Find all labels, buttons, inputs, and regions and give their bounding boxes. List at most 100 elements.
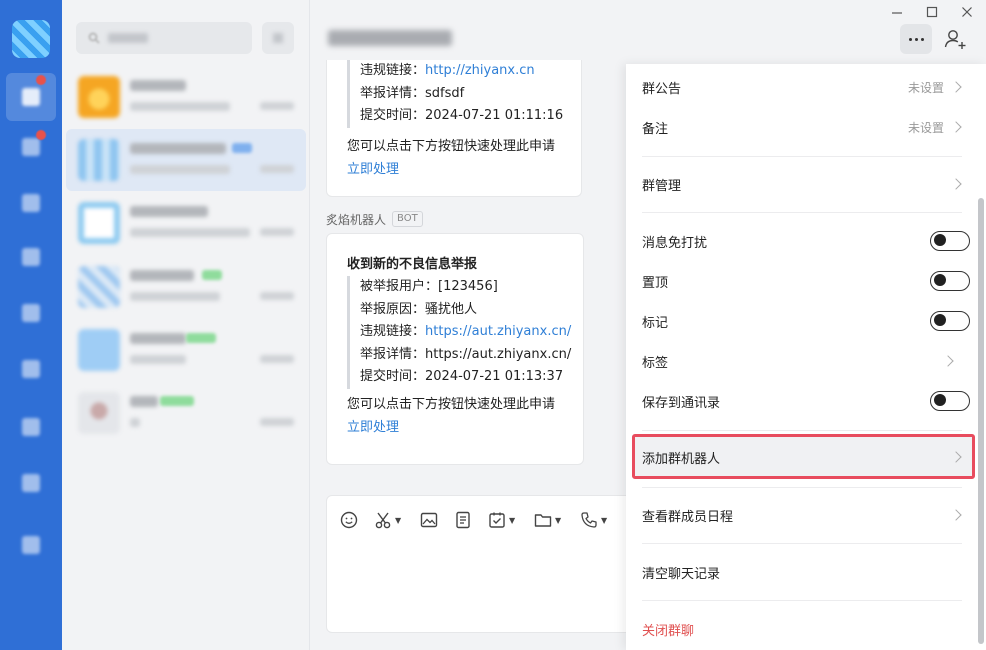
conversation-item-selected[interactable] bbox=[66, 129, 306, 191]
conversation-tag bbox=[186, 333, 216, 343]
report-row: 提交时间：2024-07-21 01:13:37 bbox=[360, 366, 583, 389]
pin-toggle[interactable] bbox=[930, 271, 970, 291]
nav-item-8[interactable] bbox=[14, 466, 48, 500]
create-button[interactable] bbox=[262, 22, 294, 54]
report-row-label: 举报详情： bbox=[360, 85, 426, 101]
nav-messages[interactable] bbox=[6, 73, 56, 121]
nav-icon-8 bbox=[22, 474, 40, 492]
close-button[interactable] bbox=[956, 2, 978, 22]
nav-item-7[interactable] bbox=[14, 410, 48, 444]
folder-icon[interactable]: ▼ bbox=[533, 510, 561, 530]
image-icon[interactable] bbox=[419, 510, 441, 530]
add-bot-label: 添加群机器人 bbox=[642, 451, 721, 467]
process-now-link[interactable]: 立即处理 bbox=[327, 158, 581, 181]
report-row-label: 提交时间： bbox=[360, 108, 426, 124]
report-row-label: 举报详情： bbox=[360, 346, 426, 362]
message-composer[interactable]: ▼ ▼ ▼ ▼ bbox=[326, 495, 656, 633]
report-row: 举报详情：https://aut.zhiyanx.cn/ bbox=[360, 344, 583, 367]
conversation-time bbox=[260, 355, 294, 363]
chevron-down-icon[interactable]: ▼ bbox=[555, 516, 561, 525]
conversation-list bbox=[62, 0, 310, 650]
phone-icon[interactable]: ▼ bbox=[579, 510, 607, 530]
chevron-down-icon[interactable]: ▼ bbox=[395, 516, 401, 525]
more-options-button[interactable] bbox=[900, 24, 932, 54]
group-settings-drawer: 群公告 未设置 备注 未设置 群管理 消息免打扰 置顶 标记 标签 保存到通讯录… bbox=[626, 64, 986, 650]
nav-icon-3 bbox=[22, 194, 40, 212]
conversation-preview bbox=[130, 165, 230, 174]
conversation-preview bbox=[130, 292, 220, 301]
process-now-link[interactable]: 立即处理 bbox=[327, 416, 583, 439]
report-details: 被举报用户：[123456] 举报原因：骚扰他人 违规链接：https://au… bbox=[347, 276, 583, 389]
conversation-preview bbox=[130, 228, 250, 237]
nav-item-2[interactable] bbox=[14, 130, 48, 164]
report-link[interactable]: http://zhiyanx.cn bbox=[425, 63, 535, 78]
group-manage-row[interactable]: 群管理 bbox=[642, 164, 972, 204]
report-message-card: 违规链接：http://zhiyanx.cn 举报详情：sdfsdf 提交时间：… bbox=[326, 60, 582, 197]
conversation-title bbox=[130, 206, 208, 217]
member-schedule-row[interactable]: 查看群成员日程 bbox=[642, 495, 972, 535]
drawer-scrollbar[interactable] bbox=[978, 198, 984, 644]
report-row-label: 提交时间： bbox=[360, 369, 426, 385]
divider bbox=[642, 212, 962, 213]
conversation-item[interactable] bbox=[66, 319, 306, 381]
more-dot bbox=[920, 37, 924, 41]
divider bbox=[642, 430, 962, 431]
pin-row: 置顶 bbox=[642, 261, 972, 301]
unread-badge bbox=[36, 75, 46, 85]
conversation-item[interactable] bbox=[66, 256, 306, 318]
close-group-label: 关闭群聊 bbox=[642, 623, 695, 639]
scissors-icon[interactable]: ▼ bbox=[373, 510, 401, 530]
mute-toggle[interactable] bbox=[930, 231, 970, 251]
document-icon[interactable] bbox=[453, 510, 475, 530]
conversation-item[interactable] bbox=[66, 66, 306, 128]
group-notice-row[interactable]: 群公告 未设置 bbox=[642, 67, 972, 107]
conversation-time bbox=[260, 418, 294, 426]
nav-icon-7 bbox=[22, 418, 40, 436]
emoji-icon[interactable] bbox=[339, 510, 361, 530]
add-member-button[interactable] bbox=[942, 24, 970, 54]
close-group-row[interactable]: 关闭群聊 bbox=[642, 609, 972, 649]
nav-item-4[interactable] bbox=[14, 240, 48, 274]
report-message-card: 收到新的不良信息举报 被举报用户：[123456] 举报原因：骚扰他人 违规链接… bbox=[326, 233, 584, 465]
remark-row[interactable]: 备注 未设置 bbox=[642, 107, 972, 147]
search-placeholder bbox=[108, 33, 148, 43]
chevron-down-icon[interactable]: ▼ bbox=[509, 516, 515, 525]
nav-icon-4 bbox=[22, 248, 40, 266]
tags-row[interactable]: 标签 bbox=[642, 341, 972, 381]
add-bot-row[interactable]: 添加群机器人 bbox=[642, 437, 972, 477]
report-row: 举报原因：骚扰他人 bbox=[360, 299, 583, 322]
report-row-value: 骚扰他人 bbox=[425, 301, 478, 317]
chevron-right-icon bbox=[942, 355, 954, 367]
report-row: 违规链接：https://aut.zhiyanx.cn/ bbox=[360, 321, 583, 344]
report-link[interactable]: https://aut.zhiyanx.cn/ bbox=[425, 324, 571, 339]
nav-item-6[interactable] bbox=[14, 352, 48, 386]
tags-label: 标签 bbox=[642, 355, 669, 371]
nav-item-3[interactable] bbox=[14, 186, 48, 220]
unread-badge bbox=[36, 130, 46, 140]
conversation-item[interactable] bbox=[66, 192, 306, 254]
report-row: 违规链接：http://zhiyanx.cn bbox=[360, 60, 581, 83]
minimize-button[interactable] bbox=[886, 2, 908, 22]
report-row: 举报详情：sdfsdf bbox=[360, 83, 581, 106]
remark-label: 备注 bbox=[642, 121, 669, 137]
task-icon[interactable]: ▼ bbox=[487, 510, 515, 530]
report-row: 被举报用户：[123456] bbox=[360, 276, 583, 299]
search-input[interactable] bbox=[76, 22, 252, 54]
report-row-value: [123456] bbox=[438, 279, 498, 294]
save-contacts-label: 保存到通讯录 bbox=[642, 395, 721, 411]
report-row-label: 违规链接： bbox=[360, 63, 426, 78]
conversation-item[interactable] bbox=[66, 382, 306, 444]
chevron-down-icon[interactable]: ▼ bbox=[601, 516, 607, 525]
mark-toggle[interactable] bbox=[930, 311, 970, 331]
app-logo bbox=[12, 20, 50, 58]
nav-icon-2 bbox=[22, 138, 40, 156]
report-row-label: 举报原因： bbox=[360, 301, 426, 317]
more-dot bbox=[914, 37, 918, 41]
pin-label: 置顶 bbox=[642, 275, 669, 291]
maximize-button[interactable] bbox=[921, 2, 943, 22]
clear-history-row[interactable]: 清空聊天记录 bbox=[642, 552, 972, 592]
conversation-preview bbox=[130, 102, 230, 111]
nav-item-more[interactable] bbox=[14, 528, 48, 562]
save-contacts-toggle[interactable] bbox=[930, 391, 970, 411]
nav-item-5[interactable] bbox=[14, 296, 48, 330]
